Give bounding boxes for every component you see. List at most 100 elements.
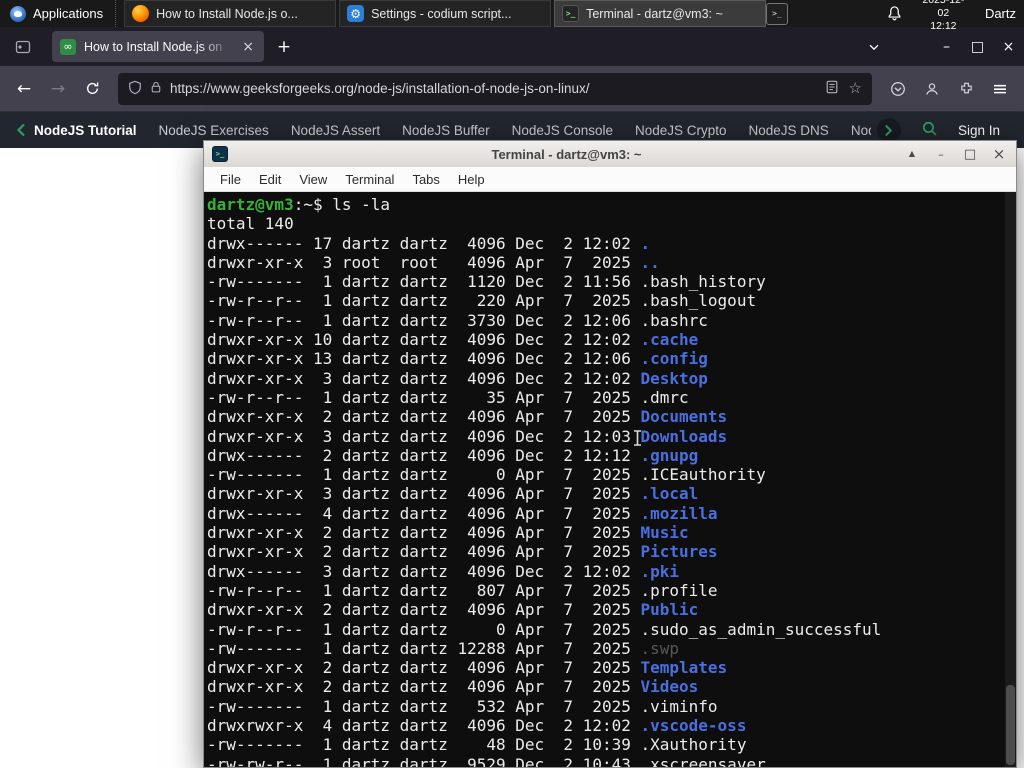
terminal-scrollbar[interactable]: [1005, 192, 1016, 767]
list-all-tabs-icon[interactable]: [859, 33, 889, 61]
terminal-menu-tabs[interactable]: Tabs: [403, 172, 448, 187]
taskbar: How to Install Node.js o... ⚙ Settings - c…: [124, 0, 767, 27]
terminal-titlebar[interactable]: >_ Terminal - dartz@vm3: ~ ▲ – □ ×: [204, 141, 1016, 167]
file-name: Videos: [640, 677, 699, 697]
sign-in-button[interactable]: Sign In: [958, 123, 1000, 138]
nav-scroll-right-icon[interactable]: [876, 118, 901, 142]
taskbar-button-firefox[interactable]: How to Install Node.js o...: [124, 0, 337, 27]
terminal-line: -rw------- 1 dartz dartz 12288 Apr 7 202…: [207, 639, 1002, 658]
terminal-menu-view[interactable]: View: [290, 172, 336, 187]
site-nav-item-4[interactable]: NodeJS Console: [501, 123, 624, 138]
site-nav-item-3[interactable]: NodeJS Buffer: [391, 123, 501, 138]
file-name: .ICEauthority: [640, 465, 766, 485]
terminal-line: drwxr-xr-x 2 dartz dartz 4096 Apr 7 2025…: [207, 600, 1002, 619]
window-maximize-button[interactable]: □: [962, 32, 993, 62]
nav-scroll-left-icon[interactable]: [16, 123, 26, 137]
terminal-window: >_ Terminal - dartz@vm3: ~ ▲ – □ × File E…: [203, 140, 1017, 768]
lock-icon[interactable]: [150, 80, 162, 97]
file-meta: drwx------ 3 dartz dartz 4096 Dec 2 12:0…: [207, 561, 641, 581]
site-nav-right: Sign In: [871, 118, 1016, 142]
extensions-puzzle-icon[interactable]: [950, 73, 982, 105]
file-meta: drwxr-xr-x 2 dartz dartz 4096 Apr 7 2025: [207, 600, 641, 620]
file-meta: -rw-r--r-- 1 dartz dartz 35 Apr 7 2025: [207, 387, 641, 407]
tray-terminal-icon[interactable]: >_: [766, 2, 788, 25]
terminal-line: drwxr-xr-x 2 dartz dartz 4096 Apr 7 2025…: [207, 407, 1002, 426]
terminal-menu-file[interactable]: File: [211, 172, 250, 187]
terminal-line: drwxr-xr-x 13 dartz dartz 4096 Dec 2 12:…: [207, 349, 1002, 368]
file-name: .: [640, 233, 651, 253]
taskbar-button-terminal[interactable]: >_ Terminal - dartz@vm3: ~: [554, 0, 767, 27]
taskbar-button-settings[interactable]: ⚙ Settings - codium script...: [339, 0, 552, 27]
firefox-view-icon[interactable]: [10, 34, 36, 60]
file-name: Pictures: [640, 542, 718, 562]
file-meta: drwxr-xr-x 3 dartz dartz 4096 Dec 2 12:0…: [207, 368, 641, 388]
app-menu-hamburger-icon[interactable]: ≡: [984, 73, 1016, 105]
applications-menu[interactable]: Applications: [0, 0, 113, 27]
terminal-scrollbar-thumb[interactable]: [1006, 685, 1015, 765]
site-search-icon[interactable]: [921, 120, 938, 140]
browser-tab[interactable]: ∞ How to Install Node.js on ×: [52, 31, 264, 62]
panel-clock[interactable]: 2025-12-02 12:12: [917, 0, 970, 33]
terminal-icon: >_: [562, 5, 580, 22]
site-nav-item-7[interactable]: Node: [840, 123, 871, 138]
terminal-line: drwxrwxr-x 4 dartz dartz 4096 Dec 2 12:0…: [207, 716, 1002, 735]
terminal-menu-help[interactable]: Help: [449, 172, 494, 187]
file-meta: drwxr-xr-x 2 dartz dartz 4096 Apr 7 2025: [207, 677, 641, 697]
back-button[interactable]: ←: [8, 73, 40, 105]
bookmark-star-icon[interactable]: ☆: [849, 81, 862, 96]
reload-button[interactable]: [76, 73, 108, 105]
url-bar[interactable]: https://www.geeksforgeeks.org/node-js/in…: [118, 72, 872, 105]
tab-close-icon[interactable]: ×: [240, 39, 256, 55]
new-tab-button[interactable]: +: [270, 33, 298, 61]
site-nav-item-2[interactable]: NodeJS Assert: [280, 123, 391, 138]
terminal-menu-terminal[interactable]: Terminal: [336, 172, 403, 187]
terminal-line: -rw-r--r-- 1 dartz dartz 0 Apr 7 2025 .s…: [207, 620, 1002, 639]
file-meta: drwx------ 4 dartz dartz 4096 Apr 7 2025: [207, 503, 641, 523]
terminal-line: drwx------ 3 dartz dartz 4096 Dec 2 12:0…: [207, 562, 1002, 581]
site-nav-items: NodeJS Tutorial NodeJS Exercises NodeJS As…: [28, 123, 871, 138]
file-name: .bash_logout: [640, 291, 757, 311]
tracking-shield-icon[interactable]: [128, 80, 142, 98]
file-name: .Xauthority: [640, 735, 747, 755]
pocket-icon[interactable]: [882, 73, 914, 105]
site-nav-item-0[interactable]: NodeJS Tutorial: [28, 123, 148, 138]
terminal-shade-button[interactable]: ▲: [905, 150, 919, 158]
terminal-minimize-button[interactable]: –: [934, 149, 948, 160]
tab-favicon-gfg-icon: ∞: [60, 38, 76, 55]
window-minimize-button[interactable]: –: [931, 32, 962, 62]
file-meta: drwxr-xr-x 2 dartz dartz 4096 Apr 7 2025: [207, 523, 641, 543]
window-close-button[interactable]: ×: [993, 32, 1024, 62]
terminal-line: -rw------- 1 dartz dartz 1120 Dec 2 11:5…: [207, 272, 1002, 291]
site-nav-item-1[interactable]: NodeJS Exercises: [148, 123, 280, 138]
url-bar-actions: ☆: [825, 80, 862, 97]
file-name: .mozilla: [640, 503, 718, 523]
terminal-line: drwxr-xr-x 2 dartz dartz 4096 Apr 7 2025…: [207, 542, 1002, 561]
terminal-close-button[interactable]: ×: [992, 146, 1006, 162]
terminal-line: -rw-r--r-- 1 dartz dartz 3730 Dec 2 12:0…: [207, 311, 1002, 330]
file-meta: -rw------- 1 dartz dartz 532 Apr 7 2025: [207, 696, 641, 716]
file-name: Music: [640, 523, 689, 543]
terminal-line: drwx------ 4 dartz dartz 4096 Apr 7 2025…: [207, 504, 1002, 523]
terminal-output[interactable]: dartz@vm3:~$ ls -la total 140 drwx------…: [204, 192, 1016, 767]
file-name: .xscreensaver: [640, 754, 766, 767]
account-icon[interactable]: [916, 73, 948, 105]
file-name: .swp: [640, 638, 680, 658]
file-name: .viminfo: [640, 696, 718, 716]
terminal-line: drwxr-xr-x 2 dartz dartz 4096 Apr 7 2025…: [207, 523, 1002, 542]
terminal-menu-edit[interactable]: Edit: [250, 172, 290, 187]
forward-button[interactable]: →: [42, 73, 74, 105]
terminal-line: -rw-r--r-- 1 dartz dartz 807 Apr 7 2025 …: [207, 581, 1002, 600]
file-meta: drwxr-xr-x 3 dartz dartz 4096 Dec 2 12:0…: [207, 426, 641, 446]
terminal-line: -rw------- 1 dartz dartz 0 Apr 7 2025 .I…: [207, 465, 1002, 484]
firefox-icon: [132, 5, 150, 22]
file-name: Documents: [640, 407, 728, 427]
terminal-maximize-button[interactable]: □: [963, 148, 977, 161]
distro-logo-icon: [10, 5, 26, 22]
site-nav-item-5[interactable]: NodeJS Crypto: [624, 123, 738, 138]
user-label: Dartz: [984, 6, 1016, 21]
site-nav-item-6[interactable]: NodeJS DNS: [738, 123, 840, 138]
reader-mode-icon[interactable]: [825, 80, 839, 97]
file-meta: -rw------- 1 dartz dartz 0 Apr 7 2025: [207, 465, 641, 485]
terminal-line: drwxr-xr-x 3 dartz dartz 4096 Dec 2 12:0…: [207, 369, 1002, 388]
notifications-bell-icon[interactable]: [887, 5, 902, 22]
